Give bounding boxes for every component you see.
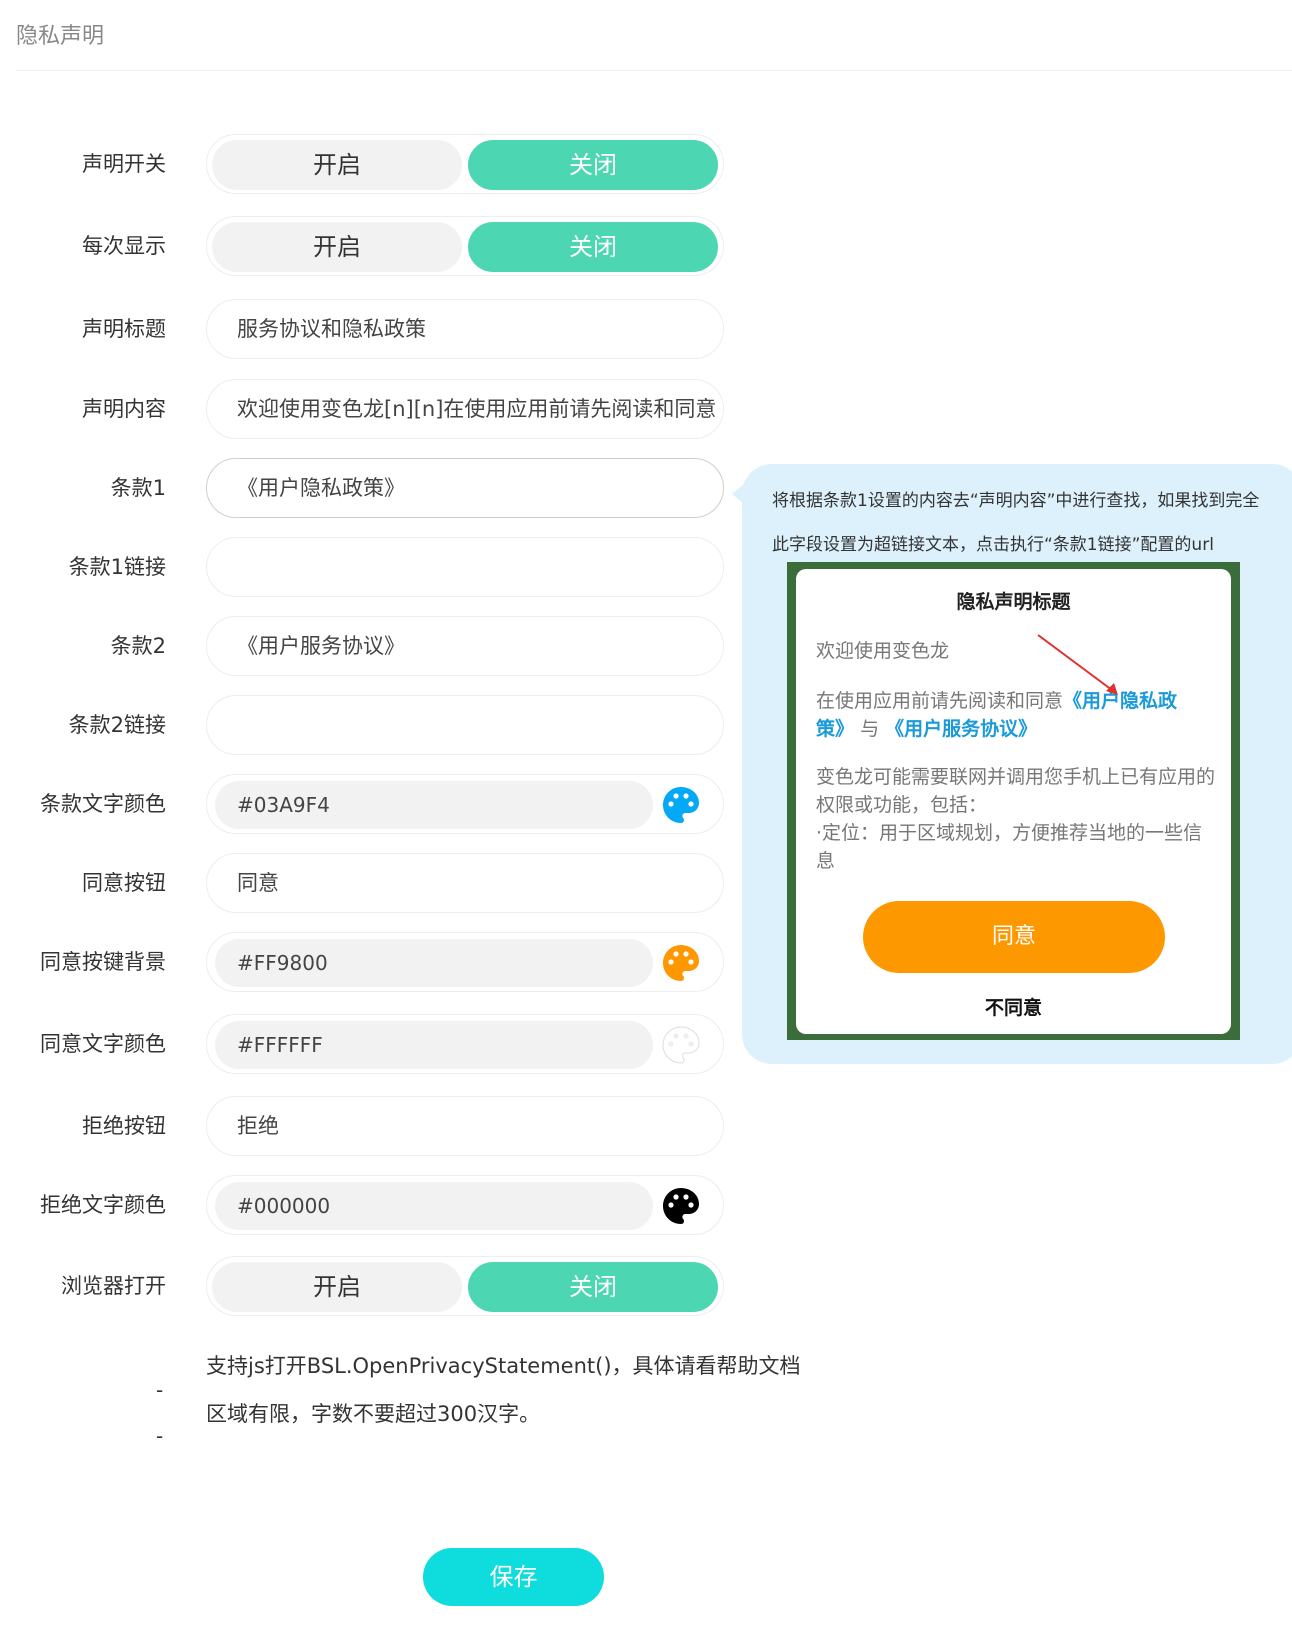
preview-body-2: ·定位：用于区域规划，方便推荐当地的一些信息 xyxy=(816,822,1203,872)
preview-title: 隐私声明标题 xyxy=(956,591,1071,613)
palette-icon[interactable] xyxy=(661,785,701,825)
preview-agree-button: 同意 xyxy=(863,901,1165,973)
preview-link-service: 《用户服务协议》 xyxy=(885,718,1038,740)
show-every-time-off[interactable]: 关闭 xyxy=(468,222,718,272)
clause2-label: 条款2 xyxy=(110,634,166,658)
refuse-text-color-input[interactable]: #000000 xyxy=(215,1182,653,1230)
browser-open-on[interactable]: 开启 xyxy=(212,1262,462,1312)
agree-text-color-field: #FFFFFF xyxy=(206,1014,724,1074)
show-every-time-switch[interactable]: 开启 关闭 xyxy=(206,216,724,276)
preview-read-prefix: 在使用应用前请先阅读和同意 xyxy=(816,690,1064,712)
note-dash: - xyxy=(156,1424,164,1448)
clause2-link-input[interactable] xyxy=(206,695,724,755)
refuse-text-color-label: 拒绝文字颜色 xyxy=(40,1193,166,1217)
statement-title-label: 声明标题 xyxy=(82,317,166,341)
palette-icon[interactable] xyxy=(661,1025,701,1065)
refuse-button-input[interactable]: 拒绝 xyxy=(206,1096,724,1156)
agree-text-color-input[interactable]: #FFFFFF xyxy=(215,1021,653,1069)
statement-switch-label: 声明开关 xyxy=(82,152,166,176)
browser-open-switch[interactable]: 开启 关闭 xyxy=(206,1256,724,1316)
preview-and: 与 xyxy=(860,718,880,740)
preview-screenshot: 隐私声明标题 欢迎使用变色龙 在使用应用前请先阅读和同意《用户隐私政策》 与 《… xyxy=(787,562,1240,1040)
statement-content-input[interactable]: 欢迎使用变色龙[n][n]在使用应用前请先阅读和同意 xyxy=(206,379,724,439)
browser-open-label: 浏览器打开 xyxy=(61,1274,166,1298)
clause-text-color-field: #03A9F4 xyxy=(206,774,724,834)
statement-switch-on[interactable]: 开启 xyxy=(212,140,462,190)
red-arrow-icon xyxy=(1037,634,1118,695)
page: 隐私声明 声明开关 开启 关闭 每次显示 开启 关闭 声明标题 服务协议和隐私政… xyxy=(0,0,1292,1625)
palette-icon[interactable] xyxy=(661,1186,701,1226)
show-every-time-on[interactable]: 开启 xyxy=(212,222,462,272)
tooltip-line-2: 此字段设置为超链接文本，点击执行“条款1链接”配置的url xyxy=(772,535,1214,555)
browser-open-off[interactable]: 关闭 xyxy=(468,1262,718,1312)
preview-welcome: 欢迎使用变色龙 xyxy=(816,640,950,662)
statement-title-input[interactable]: 服务协议和隐私政策 xyxy=(206,299,724,359)
clause-tooltip: 将根据条款1设置的内容去“声明内容”中进行查找，如果找到完全 此字段设置为超链接… xyxy=(742,464,1292,1064)
agree-bg-input[interactable]: #FF9800 xyxy=(215,939,653,987)
clause1-input[interactable]: 《用户隐私政策》 xyxy=(206,458,724,518)
statement-content-label: 声明内容 xyxy=(82,397,166,421)
agree-button-input[interactable]: 同意 xyxy=(206,853,724,913)
clause1-label: 条款1 xyxy=(110,476,166,500)
statement-switch-off[interactable]: 关闭 xyxy=(468,140,718,190)
agree-text-color-label: 同意文字颜色 xyxy=(40,1032,166,1056)
clause-text-color-label: 条款文字颜色 xyxy=(40,792,166,816)
agree-bg-field: #FF9800 xyxy=(206,932,724,992)
statement-switch[interactable]: 开启 关闭 xyxy=(206,134,724,194)
preview-read-line: 在使用应用前请先阅读和同意《用户隐私政策》 与 《用户服务协议》 xyxy=(816,687,1215,743)
show-every-time-label: 每次显示 xyxy=(82,234,166,258)
clause-text-color-input[interactable]: #03A9F4 xyxy=(215,781,653,829)
tooltip-line-1: 将根据条款1设置的内容去“声明内容”中进行查找，如果找到完全 xyxy=(772,491,1260,511)
preview-body-1: 变色龙可能需要联网并调用您手机上已有应用的权限或功能，包括： xyxy=(816,766,1216,816)
agree-button-label: 同意按钮 xyxy=(82,871,166,895)
save-button[interactable]: 保存 xyxy=(423,1548,604,1606)
refuse-text-color-field: #000000 xyxy=(206,1175,724,1235)
palette-icon[interactable] xyxy=(661,943,701,983)
preview-refuse-button: 不同意 xyxy=(984,997,1042,1019)
preview-dialog: 隐私声明标题 欢迎使用变色龙 在使用应用前请先阅读和同意《用户隐私政策》 与 《… xyxy=(796,569,1231,1034)
note-dash: - xyxy=(156,1378,164,1402)
clause2-link-label: 条款2链接 xyxy=(68,713,166,737)
note-length-limit: 区域有限，字数不要超过300汉字。 xyxy=(206,1402,541,1426)
refuse-button-label: 拒绝按钮 xyxy=(82,1114,166,1138)
clause2-input[interactable]: 《用户服务协议》 xyxy=(206,616,724,676)
clause1-link-input[interactable] xyxy=(206,537,724,597)
title-divider xyxy=(16,70,1292,71)
agree-bg-label: 同意按键背景 xyxy=(40,950,166,974)
note-js-open: 支持js打开BSL.OpenPrivacyStatement()，具体请看帮助文… xyxy=(206,1354,801,1378)
clause1-link-label: 条款1链接 xyxy=(68,555,166,579)
page-title: 隐私声明 xyxy=(16,24,105,49)
